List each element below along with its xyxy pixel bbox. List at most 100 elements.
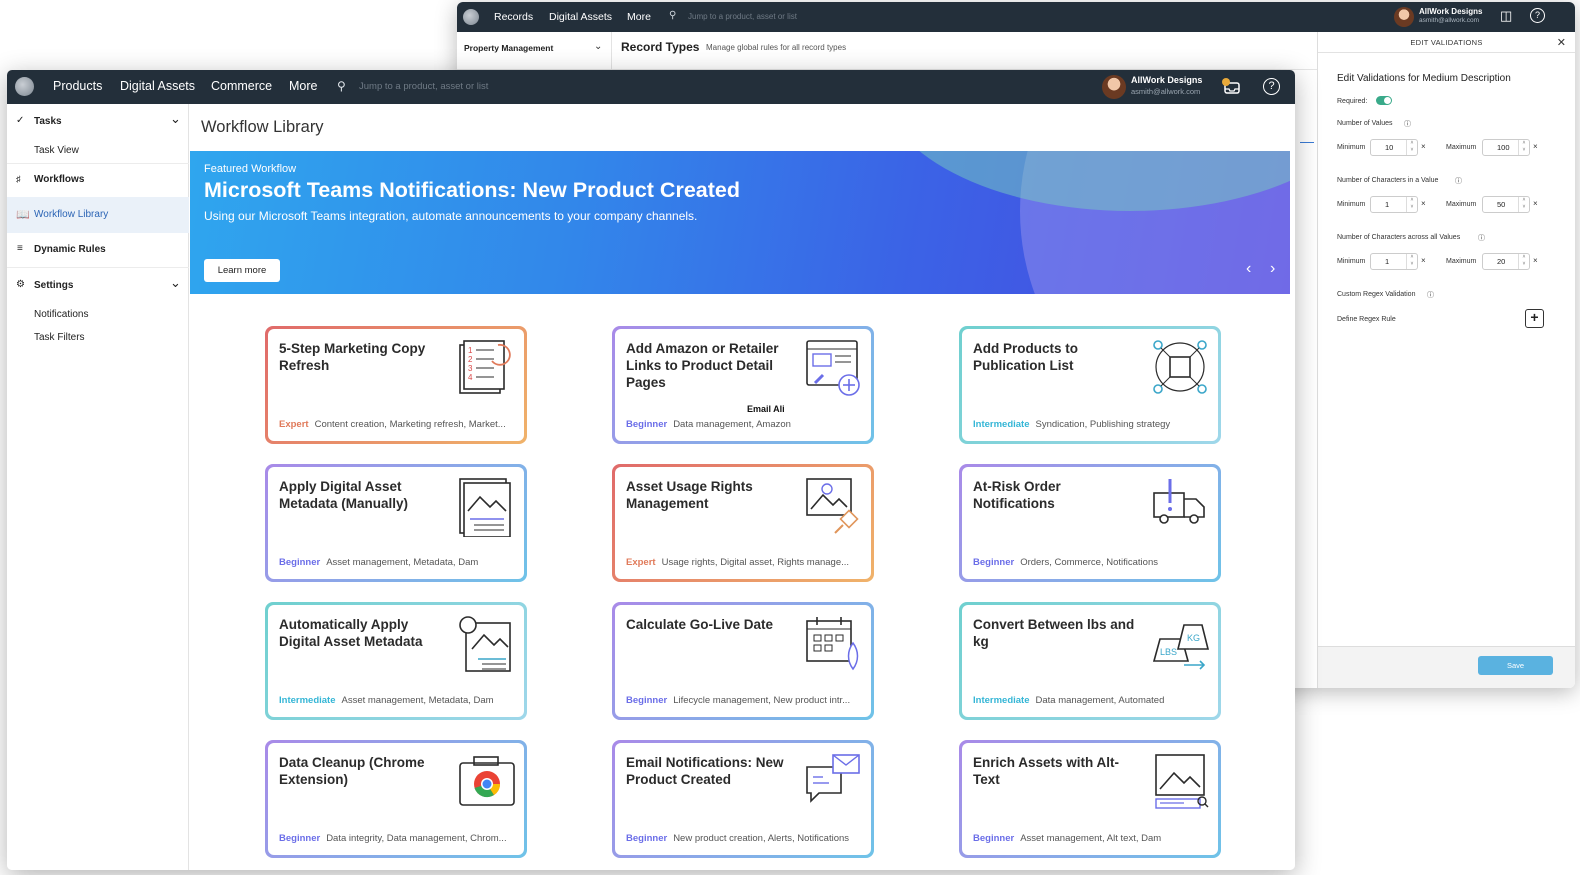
workflow-tree-icon: ♯ bbox=[16, 174, 21, 184]
level-badge: Beginner bbox=[973, 557, 1015, 568]
notifications-icon[interactable] bbox=[1220, 77, 1242, 97]
min-label: Minimum bbox=[1337, 201, 1366, 208]
property-dropdown[interactable]: Property Management ⌄ bbox=[457, 32, 612, 70]
chars-in-value-label: Number of Characters in a Value bbox=[1337, 177, 1439, 184]
image-search-icon bbox=[1155, 754, 1209, 809]
workflow-card[interactable]: Automatically Apply Digital Asset Metada… bbox=[265, 602, 527, 720]
card-title: Add Amazon or Retailer Links to Product … bbox=[626, 341, 779, 390]
cursor-tooltip: Email Ali bbox=[747, 404, 785, 414]
workflow-library-window: Products Digital Assets Commerce More ⚲ … bbox=[7, 70, 1295, 870]
weights-icon: LBS KG bbox=[1152, 624, 1210, 670]
sidebar-item-task-view[interactable]: Task View bbox=[34, 145, 79, 156]
min-values-input[interactable]: 10 ˄ ˅ bbox=[1370, 139, 1418, 156]
workflow-card[interactable]: Add Amazon or Retailer Links to Product … bbox=[612, 326, 874, 444]
workflow-card[interactable]: Convert Between lbs and kg LBS KG Intermedi… bbox=[959, 602, 1221, 720]
required-toggle[interactable] bbox=[1376, 96, 1392, 105]
sidebar-item-workflow-library[interactable]: 📖 Workflow Library bbox=[7, 197, 189, 233]
chevron-down-icon[interactable]: ⌄ bbox=[170, 111, 181, 127]
card-tags: Asset management, Metadata, Dam bbox=[326, 557, 479, 568]
search-input[interactable]: Jump to a product, asset or list bbox=[688, 12, 797, 21]
workflow-card[interactable]: Calculate Go-Live Date Beginner Lifecycle … bbox=[612, 602, 874, 720]
sidebar-item-settings[interactable]: Settings bbox=[34, 280, 73, 291]
workflow-card[interactable]: At-Risk Order Notifications Beginner Order… bbox=[959, 464, 1221, 582]
add-rule-button[interactable]: + bbox=[1525, 309, 1544, 328]
nav-more[interactable]: More bbox=[289, 79, 317, 93]
clear-icon[interactable]: × bbox=[1533, 142, 1538, 151]
card-tags: Orders, Commerce, Notifications bbox=[1020, 557, 1158, 568]
clear-icon[interactable]: × bbox=[1421, 199, 1426, 208]
sidebar-item-dynamic-rules[interactable]: Dynamic Rules bbox=[34, 244, 106, 255]
max-label: Maximum bbox=[1446, 201, 1477, 208]
sidebar-item-tasks[interactable]: Tasks bbox=[34, 116, 62, 127]
clear-icon[interactable]: × bbox=[1533, 256, 1538, 265]
workflow-card[interactable]: Add Products to Publication List Intermed… bbox=[959, 326, 1221, 444]
min-total-chars-input[interactable]: 1 ˄ ˅ bbox=[1370, 253, 1418, 270]
clear-icon[interactable]: × bbox=[1421, 256, 1426, 265]
level-badge: Beginner bbox=[626, 833, 668, 844]
card-footer: Beginner Data management, Amazon bbox=[626, 419, 866, 430]
user-email: asmith@allwork.com bbox=[1419, 17, 1480, 24]
nav-digital-assets[interactable]: Digital Assets bbox=[120, 79, 195, 93]
prev-arrow-icon[interactable]: ‹ bbox=[1246, 260, 1251, 278]
avatar[interactable] bbox=[1102, 75, 1126, 99]
workflow-card[interactable]: Asset Usage Rights Management Expert Usage… bbox=[612, 464, 874, 582]
card-title: 5-Step Marketing Copy Refresh bbox=[279, 341, 426, 373]
card-footer: Intermediate Data management, Automated bbox=[973, 695, 1213, 706]
workflow-card[interactable]: Data Cleanup (Chrome Extension) Beginner D… bbox=[265, 740, 527, 858]
min-chars-input[interactable]: 1 ˄ ˅ bbox=[1370, 196, 1418, 213]
next-arrow-icon[interactable]: › bbox=[1270, 260, 1275, 278]
card-title: Convert Between lbs and kg bbox=[973, 617, 1135, 649]
save-button[interactable]: Save bbox=[1478, 656, 1553, 675]
card-tags: Data management, Amazon bbox=[673, 419, 791, 430]
network-box-icon bbox=[1153, 340, 1207, 394]
required-label: Required: bbox=[1337, 98, 1368, 105]
nav-digital-assets[interactable]: Digital Assets bbox=[549, 11, 612, 23]
card-tags: Data management, Automated bbox=[1035, 695, 1165, 706]
top-nav: Products Digital Assets Commerce More ⚲ … bbox=[7, 70, 1295, 104]
min-label: Minimum bbox=[1337, 258, 1366, 265]
search-input[interactable]: Jump to a product, asset or list bbox=[359, 81, 488, 92]
help-icon[interactable]: ? bbox=[1263, 78, 1280, 95]
nav-products[interactable]: Products bbox=[53, 79, 102, 93]
avatar[interactable] bbox=[1394, 7, 1414, 27]
inbox-icon[interactable]: ◫ bbox=[1500, 8, 1512, 24]
image-document-icon bbox=[459, 478, 511, 537]
level-badge: Beginner bbox=[279, 557, 321, 568]
close-icon[interactable]: ✕ bbox=[1557, 36, 1566, 49]
app-logo-icon[interactable] bbox=[463, 9, 479, 25]
max-values-input[interactable]: 100 ˄ ˅ bbox=[1482, 139, 1530, 156]
level-badge: Intermediate bbox=[973, 419, 1030, 430]
chevron-down-icon: ⌄ bbox=[594, 41, 603, 52]
workflow-card[interactable]: Email Notifications: New Product Created… bbox=[612, 740, 874, 858]
clear-icon[interactable]: × bbox=[1421, 142, 1426, 151]
max-label: Maximum bbox=[1446, 144, 1477, 151]
learn-more-button[interactable]: Learn more bbox=[204, 259, 280, 282]
clear-icon[interactable]: × bbox=[1533, 199, 1538, 208]
page-title: Record Types bbox=[621, 40, 700, 54]
sidebar-item-workflows[interactable]: Workflows bbox=[34, 174, 84, 185]
workflow-card[interactable]: Apply Digital Asset Metadata (Manually) B… bbox=[265, 464, 527, 582]
help-icon[interactable]: ? bbox=[1530, 8, 1545, 23]
card-footer: Intermediate Asset management, Metadata, … bbox=[279, 695, 519, 706]
list-icon: ≡ bbox=[17, 243, 23, 254]
workflow-card[interactable]: 5-Step Marketing Copy Refresh 1 2 3 4 Expert C… bbox=[265, 326, 527, 444]
user-name: AllWork Designs bbox=[1131, 75, 1203, 85]
level-badge: Expert bbox=[279, 419, 309, 430]
max-label: Maximum bbox=[1446, 258, 1477, 265]
card-tags: Lifecycle management, New product intr..… bbox=[673, 695, 851, 706]
card-footer: Beginner New product creation, Alerts, No… bbox=[626, 833, 866, 844]
level-badge: Expert bbox=[626, 557, 656, 568]
max-total-chars-input[interactable]: 20 ˄ ˅ bbox=[1482, 253, 1530, 270]
nav-more[interactable]: More bbox=[627, 11, 651, 23]
info-icon: ⓘ bbox=[1427, 292, 1434, 299]
sidebar-item-task-filters[interactable]: Task Filters bbox=[34, 332, 85, 343]
card-tags: Asset management, Alt text, Dam bbox=[1020, 833, 1162, 844]
featured-banner: Featured Workflow Microsoft Teams Notifi… bbox=[190, 151, 1290, 294]
chevron-down-icon[interactable]: ⌄ bbox=[170, 275, 181, 291]
max-chars-input[interactable]: 50 ˄ ˅ bbox=[1482, 196, 1530, 213]
sidebar-item-notifications[interactable]: Notifications bbox=[34, 309, 88, 320]
workflow-card[interactable]: Enrich Assets with Alt-Text Beginner Asset… bbox=[959, 740, 1221, 858]
nav-commerce[interactable]: Commerce bbox=[211, 79, 272, 93]
app-logo-icon[interactable] bbox=[15, 77, 34, 96]
nav-records[interactable]: Records bbox=[494, 11, 533, 23]
